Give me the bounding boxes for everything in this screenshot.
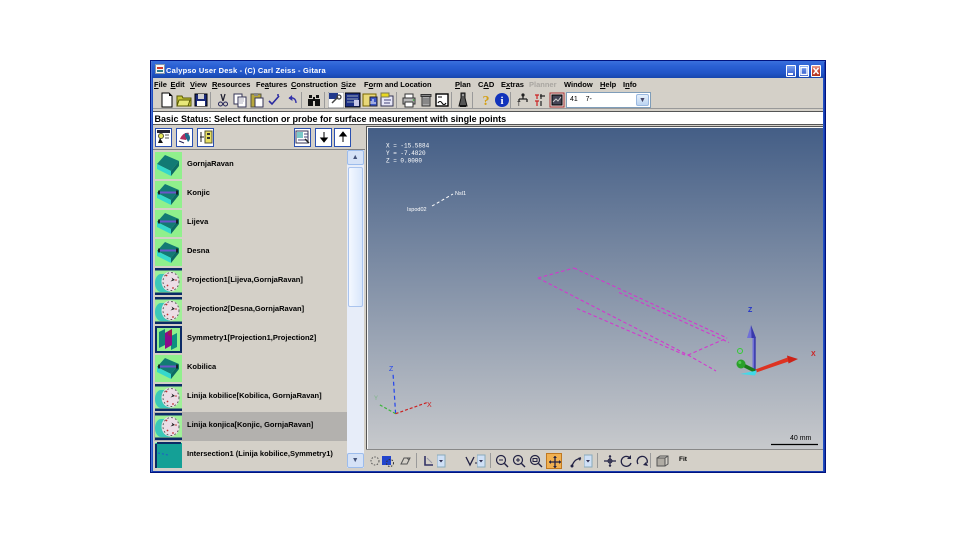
svg-text:Y: Y (374, 396, 378, 402)
svg-text:40 mm: 40 mm (790, 435, 812, 442)
svg-text:X: X (427, 402, 432, 409)
svg-text:X: X (811, 351, 816, 358)
svg-text:?: ? (483, 94, 490, 108)
svg-text:Z: Z (748, 307, 753, 314)
svg-text:X = -15.5884: X = -15.5884 (386, 143, 430, 150)
svg-text:i: i (500, 95, 503, 107)
svg-text:Y = -7.4820: Y = -7.4820 (386, 150, 426, 157)
svg-text:Z: Z (389, 366, 394, 373)
svg-text:Ispod02: Ispod02 (407, 207, 427, 213)
svg-text:Nsl1: Nsl1 (455, 191, 466, 197)
svg-text:T: T (517, 102, 521, 108)
svg-text:Z = 0.0000: Z = 0.0000 (386, 158, 422, 165)
